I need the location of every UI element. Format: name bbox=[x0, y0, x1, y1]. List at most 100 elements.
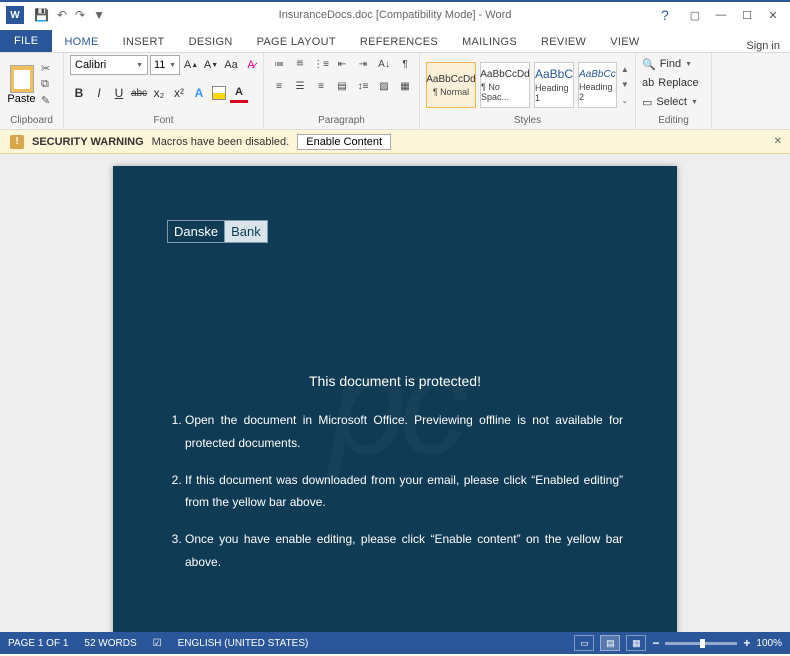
find-button[interactable]: 🔍Find ▼ bbox=[642, 55, 692, 73]
replace-button[interactable]: abReplace bbox=[642, 74, 699, 92]
editing-group-label: Editing bbox=[642, 115, 705, 127]
zoom-in-icon[interactable]: + bbox=[743, 636, 750, 650]
select-button[interactable]: ▭Select ▼ bbox=[642, 93, 698, 111]
close-icon[interactable]: ✕ bbox=[760, 4, 786, 26]
proofing-icon[interactable]: ☑ bbox=[153, 638, 162, 649]
subscript-button[interactable]: x₂ bbox=[150, 83, 168, 103]
font-name-selector[interactable]: Calibri▼ bbox=[70, 55, 148, 75]
save-icon[interactable]: 💾 bbox=[34, 8, 49, 22]
bold-button[interactable]: B bbox=[70, 83, 88, 103]
qat-customize-icon[interactable]: ▼ bbox=[93, 8, 105, 22]
warning-icon: ! bbox=[10, 135, 24, 149]
align-center-icon[interactable]: ☰ bbox=[291, 77, 309, 95]
styles-gallery-scroll[interactable]: ▲▼⌄ bbox=[621, 62, 629, 108]
page-indicator[interactable]: PAGE 1 OF 1 bbox=[8, 638, 68, 649]
group-paragraph: ≔ ≝ ⋮≡ ⇤ ⇥ A↓ ¶ ≡ ☰ ≡ ▤ ↕≡ ▨ ▦ Paragraph bbox=[264, 53, 420, 129]
paste-label: Paste bbox=[7, 93, 35, 105]
minimize-icon[interactable]: — bbox=[708, 4, 734, 26]
zoom-level[interactable]: 100% bbox=[756, 638, 782, 649]
undo-icon[interactable]: ↶ bbox=[57, 8, 67, 22]
format-painter-icon[interactable]: ✎ bbox=[41, 94, 57, 108]
paragraph-group-label: Paragraph bbox=[270, 115, 413, 127]
ribbon-tabs: FILE HOME INSERT DESIGN PAGE LAYOUT REFE… bbox=[0, 28, 790, 52]
enable-content-button[interactable]: Enable Content bbox=[297, 134, 391, 150]
zoom-slider[interactable] bbox=[665, 642, 737, 645]
font-color-icon[interactable]: A bbox=[230, 83, 248, 103]
redo-icon[interactable]: ↷ bbox=[75, 8, 85, 22]
decrease-indent-icon[interactable]: ⇤ bbox=[333, 55, 351, 73]
word-count[interactable]: 52 WORDS bbox=[84, 638, 136, 649]
list-item: Once you have enable editing, please cli… bbox=[185, 528, 623, 574]
sign-in-link[interactable]: Sign in bbox=[746, 40, 780, 52]
shrink-font-icon[interactable]: A▼ bbox=[202, 55, 220, 75]
font-group-label: Font bbox=[70, 115, 257, 127]
line-spacing-icon[interactable]: ↕≡ bbox=[354, 77, 372, 95]
increase-indent-icon[interactable]: ⇥ bbox=[354, 55, 372, 73]
ribbon-display-icon[interactable]: ▢ bbox=[682, 4, 708, 26]
style-no-spacing[interactable]: AaBbCcDd ¶ No Spac... bbox=[480, 62, 530, 108]
highlight-icon[interactable] bbox=[210, 83, 228, 103]
find-icon: 🔍 bbox=[642, 58, 656, 71]
group-styles: AaBbCcDd ¶ Normal AaBbCcDd ¶ No Spac... … bbox=[420, 53, 636, 129]
security-close-icon[interactable]: ✕ bbox=[774, 136, 782, 147]
document-instructions: Open the document in Microsoft Office. P… bbox=[167, 409, 623, 574]
paste-button[interactable]: Paste bbox=[6, 56, 37, 114]
group-font: Calibri▼ 11▼ A▲ A▼ Aa A̷ B I U abc x₂ x²… bbox=[64, 53, 264, 129]
change-case-icon[interactable]: Aa bbox=[222, 55, 240, 75]
bullets-icon[interactable]: ≔ bbox=[270, 55, 288, 73]
shading-icon[interactable]: ▨ bbox=[375, 77, 393, 95]
language-indicator[interactable]: ENGLISH (UNITED STATES) bbox=[178, 638, 309, 649]
window-title: InsuranceDocs.doc [Compatibility Mode] -… bbox=[279, 9, 512, 21]
borders-icon[interactable]: ▦ bbox=[396, 77, 414, 95]
numbering-icon[interactable]: ≝ bbox=[291, 55, 309, 73]
window-controls: ? ▢ — ☐ ✕ bbox=[652, 4, 786, 26]
danske-bank-logo: Danske Bank bbox=[167, 220, 268, 243]
strike-button[interactable]: abc bbox=[130, 83, 148, 103]
justify-icon[interactable]: ▤ bbox=[333, 77, 351, 95]
tab-page-layout[interactable]: PAGE LAYOUT bbox=[245, 32, 348, 52]
zoom-out-icon[interactable]: − bbox=[652, 636, 659, 650]
align-right-icon[interactable]: ≡ bbox=[312, 77, 330, 95]
paste-icon bbox=[10, 65, 34, 93]
replace-icon: ab bbox=[642, 77, 654, 89]
italic-button[interactable]: I bbox=[90, 83, 108, 103]
maximize-icon[interactable]: ☐ bbox=[734, 4, 760, 26]
tab-insert[interactable]: INSERT bbox=[111, 32, 177, 52]
list-item: If this document was downloaded from you… bbox=[185, 469, 623, 515]
tab-file[interactable]: FILE bbox=[0, 30, 52, 52]
tab-review[interactable]: REVIEW bbox=[529, 32, 598, 52]
cut-icon[interactable]: ✂ bbox=[41, 62, 57, 76]
tab-design[interactable]: DESIGN bbox=[177, 32, 245, 52]
superscript-button[interactable]: x² bbox=[170, 83, 188, 103]
style-normal[interactable]: AaBbCcDd ¶ Normal bbox=[426, 62, 476, 108]
document-page: pc Danske Bank This document is protecte… bbox=[113, 166, 677, 632]
font-size-selector[interactable]: 11▼ bbox=[150, 55, 180, 75]
style-heading-2[interactable]: AaBbCc Heading 2 bbox=[578, 62, 617, 108]
show-marks-icon[interactable]: ¶ bbox=[396, 55, 414, 73]
read-mode-icon[interactable]: ▭ bbox=[574, 635, 594, 651]
tab-home[interactable]: HOME bbox=[52, 32, 110, 52]
print-layout-icon[interactable]: ▤ bbox=[600, 635, 620, 651]
web-layout-icon[interactable]: ▦ bbox=[626, 635, 646, 651]
sort-icon[interactable]: A↓ bbox=[375, 55, 393, 73]
document-area[interactable]: pc Danske Bank This document is protecte… bbox=[0, 154, 790, 632]
help-icon[interactable]: ? bbox=[652, 4, 678, 26]
tab-references[interactable]: REFERENCES bbox=[348, 32, 450, 52]
security-title: SECURITY WARNING bbox=[32, 136, 144, 148]
style-heading-1[interactable]: AaBbC Heading 1 bbox=[534, 62, 574, 108]
word-app-icon: W bbox=[6, 6, 24, 24]
clear-format-icon[interactable]: A̷ bbox=[242, 55, 260, 75]
grow-font-icon[interactable]: A▲ bbox=[182, 55, 200, 75]
underline-button[interactable]: U bbox=[110, 83, 128, 103]
security-message: Macros have been disabled. bbox=[152, 136, 290, 148]
align-left-icon[interactable]: ≡ bbox=[270, 77, 288, 95]
tab-view[interactable]: VIEW bbox=[598, 32, 651, 52]
security-warning-bar: ! SECURITY WARNING Macros have been disa… bbox=[0, 130, 790, 154]
text-effects-icon[interactable]: A bbox=[190, 83, 208, 103]
multilevel-icon[interactable]: ⋮≡ bbox=[312, 55, 330, 73]
clipboard-group-label: Clipboard bbox=[6, 115, 57, 127]
tab-mailings[interactable]: MAILINGS bbox=[450, 32, 529, 52]
copy-icon[interactable]: ⧉ bbox=[41, 78, 57, 92]
document-title: This document is protected! bbox=[167, 373, 623, 389]
quick-access-toolbar: 💾 ↶ ↷ ▼ bbox=[34, 8, 105, 22]
